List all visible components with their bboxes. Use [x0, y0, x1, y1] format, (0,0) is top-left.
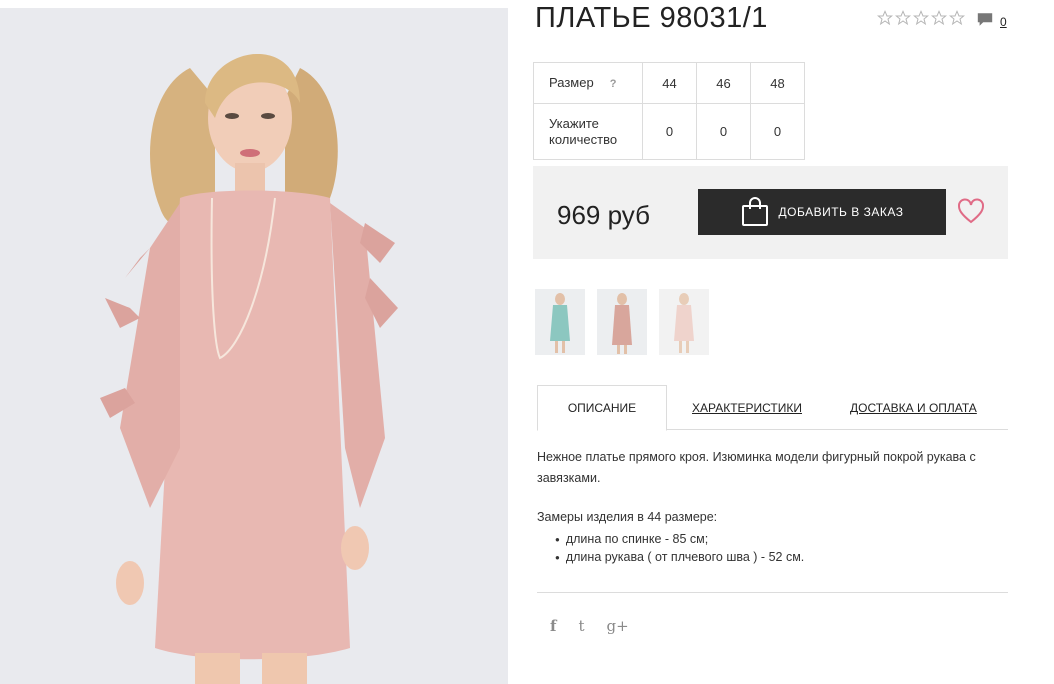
- size-row: Размер? 44 46 48: [533, 62, 805, 104]
- comments-count[interactable]: 0: [1000, 16, 1007, 28]
- tab-description[interactable]: ОПИСАНИЕ: [537, 385, 667, 431]
- star-icon[interactable]: [877, 10, 893, 26]
- description-text: Нежное платье прямого кроя. Изюминка мод…: [537, 450, 976, 485]
- thumbnail-light-pink-dress[interactable]: [659, 289, 709, 355]
- thumbnail-mint-dress[interactable]: [535, 289, 585, 355]
- measures-list: длина по спинке - 85 см; длина рукава ( …: [555, 531, 804, 567]
- size-label-cell: Размер?: [533, 62, 643, 104]
- star-icon[interactable]: [931, 10, 947, 26]
- size-46[interactable]: 46: [696, 62, 751, 104]
- heart-icon[interactable]: [957, 198, 985, 224]
- star-icon[interactable]: [949, 10, 965, 26]
- tab-delivery[interactable]: ДОСТАВКА И ОПЛАТА: [850, 385, 977, 430]
- measures-title: Замеры изделия в 44 размере:: [537, 510, 718, 524]
- size-label: Размер: [549, 74, 594, 90]
- price-box: 969 руб ДОБАВИТЬ В ЗАКАЗ: [533, 166, 1008, 259]
- list-item: длина по спинке - 85 см;: [555, 531, 804, 549]
- main-product-photo: [0, 8, 508, 684]
- quantity-input-46[interactable]: 0: [696, 103, 751, 160]
- star-icon[interactable]: [913, 10, 929, 26]
- size-44[interactable]: 44: [642, 62, 697, 104]
- divider: [537, 592, 1008, 593]
- comment-icon: [977, 13, 993, 26]
- tab-characteristics[interactable]: ХАРАКТЕРИСТИКИ: [692, 385, 802, 430]
- help-icon[interactable]: ?: [610, 78, 617, 90]
- star-icon[interactable]: [895, 10, 911, 26]
- social-share: f t g+: [550, 617, 629, 635]
- thumbnail-pink-dress[interactable]: [597, 289, 647, 355]
- quantity-row: Укажите количество 0 0 0: [533, 103, 805, 160]
- add-to-order-label: ДОБАВИТЬ В ЗАКАЗ: [778, 205, 904, 219]
- quantity-input-44[interactable]: 0: [642, 103, 697, 160]
- google-plus-icon[interactable]: g+: [606, 617, 628, 635]
- add-to-order-button[interactable]: ДОБАВИТЬ В ЗАКАЗ: [698, 189, 946, 235]
- price: 969 руб: [557, 200, 650, 230]
- product-title: ПЛАТЬЕ 98031/1: [535, 2, 768, 34]
- shopping-bag-icon: [741, 197, 768, 226]
- twitter-icon[interactable]: t: [578, 617, 584, 635]
- list-item: длина рукава ( от плчевого шва ) - 52 см…: [555, 549, 804, 567]
- size-48[interactable]: 48: [750, 62, 805, 104]
- rating-stars[interactable]: [877, 10, 965, 26]
- facebook-icon[interactable]: f: [550, 617, 556, 635]
- size-table: Размер? 44 46 48 Укажите количество 0 0 …: [533, 62, 805, 160]
- quantity-input-48[interactable]: 0: [750, 103, 805, 160]
- thumbnail-gallery: [535, 289, 709, 355]
- product-tabs: ОПИСАНИЕ ХАРАКТЕРИСТИКИ ДОСТАВКА И ОПЛАТ…: [537, 385, 1008, 431]
- quantity-label: Укажите количество: [533, 103, 643, 160]
- comments-link[interactable]: 0: [976, 11, 1007, 28]
